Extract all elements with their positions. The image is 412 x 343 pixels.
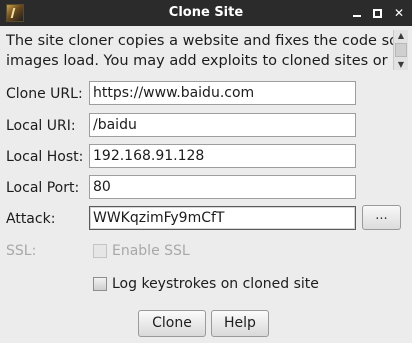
maximize-icon[interactable]: [370, 5, 386, 21]
ssl-label: SSL:: [6, 243, 37, 259]
attack-label: Attack:: [6, 211, 56, 227]
description-scrollbar[interactable]: ▲ ▼: [393, 30, 408, 70]
local-port-field[interactable]: [89, 175, 356, 199]
clone-site-dialog: Clone Site ✕ The site cloner copies a we…: [0, 0, 412, 343]
log-keystrokes-checkbox[interactable]: [93, 277, 107, 291]
title-bar[interactable]: Clone Site ✕: [0, 0, 412, 26]
chevron-up-icon[interactable]: ▲: [394, 30, 408, 41]
close-icon[interactable]: ✕: [391, 5, 407, 21]
scrollbar-thumb[interactable]: [395, 43, 407, 57]
local-host-field[interactable]: [89, 144, 356, 168]
clone-button[interactable]: Clone: [138, 310, 206, 337]
attack-browse-button[interactable]: ...: [362, 205, 401, 230]
description-text: The site cloner copies a website and fix…: [0, 30, 393, 70]
attack-field[interactable]: [89, 206, 356, 230]
help-button[interactable]: Help: [211, 310, 269, 337]
local-port-label: Local Port:: [6, 180, 80, 196]
chevron-down-icon[interactable]: ▼: [394, 59, 408, 70]
description-line-2: images load. You may add exploits to clo…: [6, 53, 388, 69]
description-line-1: The site cloner copies a website and fix…: [6, 33, 393, 49]
local-uri-label: Local URI:: [6, 118, 76, 134]
clone-url-label: Clone URL:: [6, 86, 83, 102]
enable-ssl-label: Enable SSL: [112, 243, 190, 259]
local-uri-field[interactable]: [89, 113, 356, 137]
local-host-label: Local Host:: [6, 149, 84, 165]
clone-url-field[interactable]: [89, 81, 356, 105]
minimize-icon[interactable]: [349, 5, 365, 21]
enable-ssl-checkbox[interactable]: [93, 244, 107, 258]
log-keystrokes-label: Log keystrokes on cloned site: [112, 276, 319, 292]
